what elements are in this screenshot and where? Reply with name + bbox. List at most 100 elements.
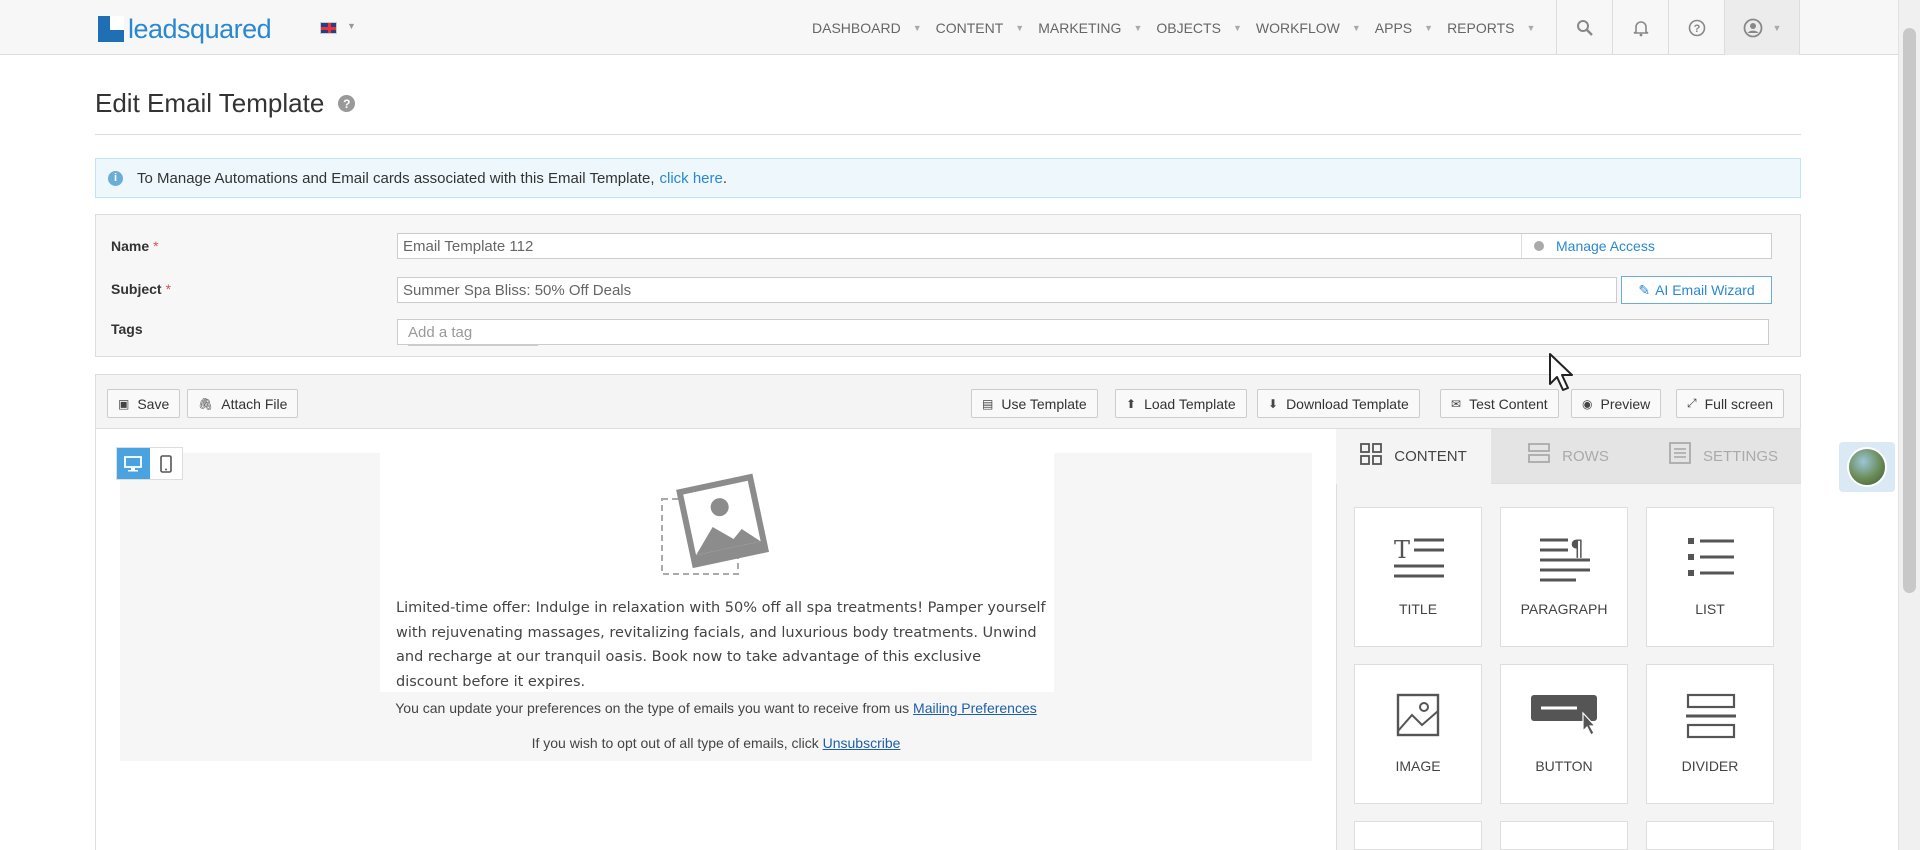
svg-text:T: T	[1394, 536, 1410, 564]
button-icon	[1531, 695, 1597, 736]
subject-field[interactable]: Summer Spa Bliss: 50% Off Deals	[397, 277, 1617, 303]
save-button[interactable]: ▣ Save	[107, 389, 181, 418]
person-icon	[1534, 241, 1544, 251]
subject-label: Subject *	[111, 281, 172, 297]
floating-assistant-avatar[interactable]	[1839, 442, 1895, 492]
user-icon	[1743, 18, 1762, 37]
desktop-view-icon[interactable]	[117, 448, 150, 479]
device-toggle	[116, 447, 183, 480]
paragraph-icon: ¶	[1540, 537, 1590, 582]
help-icon[interactable]: ?	[338, 95, 356, 112]
attach-file-button[interactable]: 🖇 Attach File	[187, 389, 299, 418]
image-icon	[1396, 693, 1440, 737]
chevron-down-icon: ▼	[912, 22, 922, 33]
info-icon: i	[108, 170, 123, 186]
nav-icon-group: ? ▼	[1556, 0, 1800, 55]
mailing-preferences-link[interactable]: Mailing Preferences	[913, 700, 1037, 716]
tab-rows[interactable]: ROWS	[1491, 429, 1646, 484]
editor-toolbar: ▣ Save 🖇 Attach File ▤ Use Template ⬆ Load T…	[95, 374, 1801, 429]
ai-email-wizard-button[interactable]: ✎ AI Email Wizard	[1621, 276, 1772, 304]
more-block-tile[interactable]	[1354, 821, 1482, 850]
name-field[interactable]: Email Template 112 Manage Access	[397, 233, 1772, 259]
more-block-tile[interactable]	[1500, 821, 1628, 850]
chevron-down-icon: ▼	[1133, 22, 1143, 33]
list-icon	[1688, 538, 1734, 576]
name-label: Name *	[111, 238, 159, 254]
click-here-link[interactable]: click here	[660, 170, 723, 187]
svg-text:?: ?	[1693, 23, 1700, 35]
logo-mark-icon	[98, 16, 124, 42]
paperclip-icon: 🖇	[198, 396, 214, 411]
email-body-text[interactable]: Limited-time offer: Indulge in relaxatio…	[396, 596, 1046, 694]
avatar	[1847, 447, 1887, 487]
nav-content[interactable]: CONTENT ▼	[936, 20, 1025, 36]
nav-apps[interactable]: APPS ▼	[1375, 20, 1433, 36]
user-menu[interactable]: ▼	[1724, 0, 1800, 55]
help-icon[interactable]: ?	[1668, 0, 1724, 55]
unsubscribe-link[interactable]: Unsubscribe	[823, 735, 901, 751]
preferences-footer: You can update your preferences on the t…	[395, 700, 1037, 716]
uk-flag-icon[interactable]	[320, 22, 337, 34]
load-template-button[interactable]: ⬆ Load Template	[1115, 389, 1247, 418]
nav-objects[interactable]: OBJECTS ▼	[1156, 20, 1242, 36]
use-template-button[interactable]: ▤ Use Template	[971, 389, 1098, 418]
top-navbar: leadsquared ▼ DASHBOARD ▼ CONTENT ▼ MARKET…	[0, 0, 1898, 55]
template-form: Name * Email Template 112 Manage Access S…	[95, 214, 1801, 357]
nav-workflow[interactable]: WORKFLOW ▼	[1256, 20, 1361, 36]
search-icon[interactable]	[1556, 0, 1612, 55]
page-title: Edit Email Template ?	[95, 88, 356, 119]
expand-icon: ⤢	[1687, 396, 1697, 410]
chevron-down-icon: ▼	[1351, 22, 1361, 33]
chevron-down-icon: ▼	[1772, 22, 1782, 33]
divider-icon	[1686, 693, 1736, 739]
divider-block-tile[interactable]: DIVIDER	[1646, 664, 1774, 804]
svg-text:¶: ¶	[1570, 537, 1584, 562]
info-banner: i To Manage Automations and Email cards …	[95, 158, 1801, 198]
magic-wand-icon: ✎	[1638, 281, 1651, 298]
leadsquared-logo[interactable]: leadsquared	[98, 14, 272, 44]
nav-reports[interactable]: REPORTS ▼	[1447, 20, 1535, 36]
template-icon: ▤	[982, 396, 994, 411]
grid-icon	[1360, 442, 1383, 471]
download-template-button[interactable]: ⬇ Download Template	[1257, 389, 1420, 418]
tab-content[interactable]: CONTENT	[1336, 429, 1491, 484]
manage-access-button[interactable]: Manage Access	[1521, 234, 1771, 258]
download-icon: ⬇	[1268, 396, 1279, 411]
nav-dashboard[interactable]: DASHBOARD ▼	[812, 20, 922, 36]
main-nav: DASHBOARD ▼ CONTENT ▼ MARKETING ▼ OBJECTS ▼ …	[812, 0, 1549, 55]
floppy-icon: ▣	[118, 396, 130, 411]
list-block-tile[interactable]: LIST	[1646, 507, 1774, 647]
chevron-down-icon[interactable]: ▼	[347, 21, 356, 31]
full-screen-button[interactable]: ⤢ Full screen	[1676, 389, 1785, 418]
tags-label: Tags	[111, 321, 143, 337]
chevron-down-icon: ▼	[1424, 22, 1434, 33]
nav-marketing[interactable]: MARKETING ▼	[1038, 20, 1142, 36]
image-placeholder-icon[interactable]	[660, 473, 772, 578]
button-block-tile[interactable]: BUTTON	[1500, 664, 1628, 804]
envelope-icon: ✉	[1451, 396, 1462, 411]
preview-button[interactable]: ◉ Preview	[1571, 389, 1662, 418]
panel-tabs: CONTENT ROWS SETTINGS	[1336, 429, 1801, 484]
title-block-tile[interactable]: T TITLE	[1354, 507, 1482, 647]
image-block-tile[interactable]: IMAGE	[1354, 664, 1482, 804]
unsubscribe-footer: If you wish to opt out of all type of em…	[531, 735, 901, 751]
paragraph-block-tile[interactable]: ¶ PARAGRAPH	[1500, 507, 1628, 647]
page-scrollbar[interactable]	[1898, 0, 1920, 850]
eye-icon: ◉	[1582, 396, 1593, 411]
title-divider	[95, 134, 1801, 135]
chevron-down-icon: ▼	[1526, 22, 1536, 33]
title-icon: T	[1394, 536, 1444, 578]
mouse-cursor-icon	[1549, 353, 1573, 391]
tag-input-underline	[408, 344, 538, 346]
scrollbar-thumb[interactable]	[1903, 28, 1916, 593]
tags-input[interactable]: Add a tag	[397, 319, 1769, 346]
bell-icon[interactable]	[1612, 0, 1668, 55]
mobile-view-icon[interactable]	[150, 448, 183, 479]
tab-settings[interactable]: SETTINGS	[1646, 429, 1801, 484]
chevron-down-icon: ▼	[1015, 22, 1025, 33]
upload-icon: ⬆	[1126, 396, 1137, 411]
more-block-tile[interactable]	[1646, 821, 1774, 850]
test-content-button[interactable]: ✉ Test Content	[1440, 389, 1559, 418]
rows-icon	[1528, 442, 1551, 470]
settings-list-icon	[1669, 442, 1691, 470]
